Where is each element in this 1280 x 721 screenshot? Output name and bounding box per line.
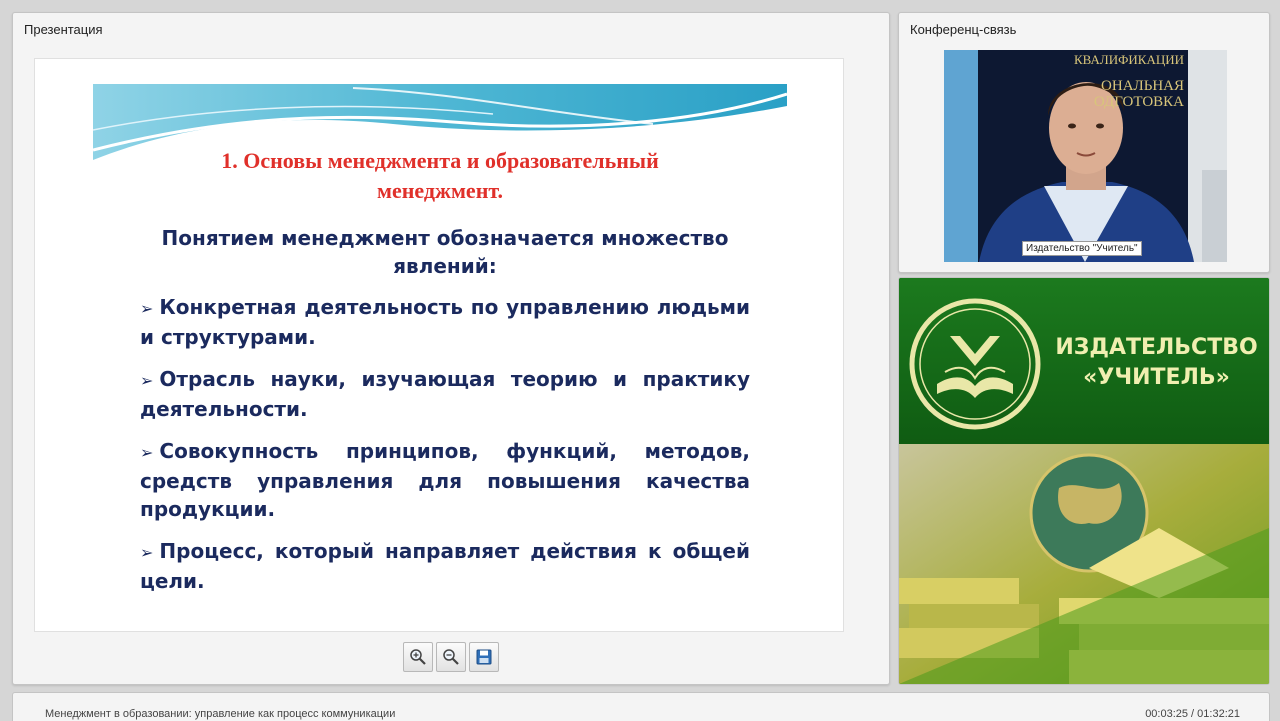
slide-title-line2: менеджмент.	[376, 178, 504, 203]
slide-bullet: ➢ Конкретная деятельность по управлению л…	[140, 293, 750, 351]
background-text-line: КВАЛИФИКАЦИИ	[1074, 52, 1184, 67]
presentation-panel-title: Презентация	[24, 22, 103, 37]
publisher-name-line2: «УЧИТЕЛЬ»	[1083, 365, 1230, 390]
save-button[interactable]	[469, 642, 499, 672]
slide-title-line1: 1. Основы менеджмента и образовательный	[221, 148, 659, 173]
slide-bullet: ➢ Отрасль науки, изучающая теорию и практ…	[140, 365, 750, 423]
playback-timer: 00:03:25 / 01:32:21	[1145, 708, 1240, 720]
zoom-out-button[interactable]	[436, 642, 466, 672]
background-text: КВАЛИФИКАЦИИ ОНАЛЬНАЯ ОДГОТОВКА	[1052, 52, 1184, 110]
publisher-panel: ИЗДАТЕЛЬСТВО «УЧИТЕЛЬ»	[898, 277, 1270, 685]
publisher-logo	[909, 298, 1041, 430]
zoom-in-icon	[410, 649, 426, 665]
arrowhead-icon: ➢	[140, 299, 154, 318]
zoom-out-icon	[443, 649, 459, 665]
publisher-name-line1: ИЗДАТЕЛЬСТВО	[1055, 335, 1258, 360]
arrowhead-icon: ➢	[140, 443, 154, 462]
conference-panel: Конференц-связь КВАЛИФИКАЦИИ ОНАЛЬНАЯ ОД…	[898, 12, 1270, 273]
slide-bullet-text: Отрасль науки, изучающая теорию и практи…	[140, 367, 750, 421]
background-text-line: ОНАЛЬНАЯ	[1101, 78, 1184, 94]
publisher-name: ИЗДАТЕЛЬСТВО «УЧИТЕЛЬ»	[1054, 333, 1259, 393]
slide-bullet-text: Конкретная деятельность по управлению лю…	[140, 295, 750, 349]
zoom-in-button[interactable]	[403, 642, 433, 672]
slide-bullet-list: ➢ Конкретная деятельность по управлению л…	[140, 293, 750, 609]
video-caption: Издательство "Учитель"	[1022, 241, 1142, 256]
background-text-line: ОДГОТОВКА	[1093, 94, 1184, 110]
arrowhead-icon: ➢	[140, 371, 154, 390]
presentation-panel: Презентация 1. Основы менеджмента и обра…	[12, 12, 890, 685]
slide-toolbar	[403, 642, 499, 672]
slide-bullet: ➢ Процесс, который направляет действия к …	[140, 537, 750, 595]
conference-panel-title: Конференц-связь	[910, 22, 1017, 37]
slide-bullet-text: Процесс, который направляет действия к о…	[140, 539, 750, 593]
save-icon	[476, 649, 492, 665]
speaker-video[interactable]: КВАЛИФИКАЦИИ ОНАЛЬНАЯ ОДГОТОВКА Издатель…	[944, 50, 1227, 262]
status-bar: Менеджмент в образовании: управление как…	[12, 692, 1270, 721]
slide-bullet-text: Совокупность принципов, функций, методов…	[140, 439, 750, 521]
slide: 1. Основы менеджмента и образовательный …	[34, 58, 844, 632]
slide-bullet: ➢ Совокупность принципов, функций, методо…	[140, 437, 750, 523]
arrowhead-icon: ➢	[140, 543, 154, 562]
slide-subtitle: Понятием менеджмент обозначается множест…	[161, 226, 729, 278]
course-title: Менеджмент в образовании: управление как…	[45, 708, 396, 720]
slide-title: 1. Основы менеджмента и образовательный …	[93, 146, 787, 206]
